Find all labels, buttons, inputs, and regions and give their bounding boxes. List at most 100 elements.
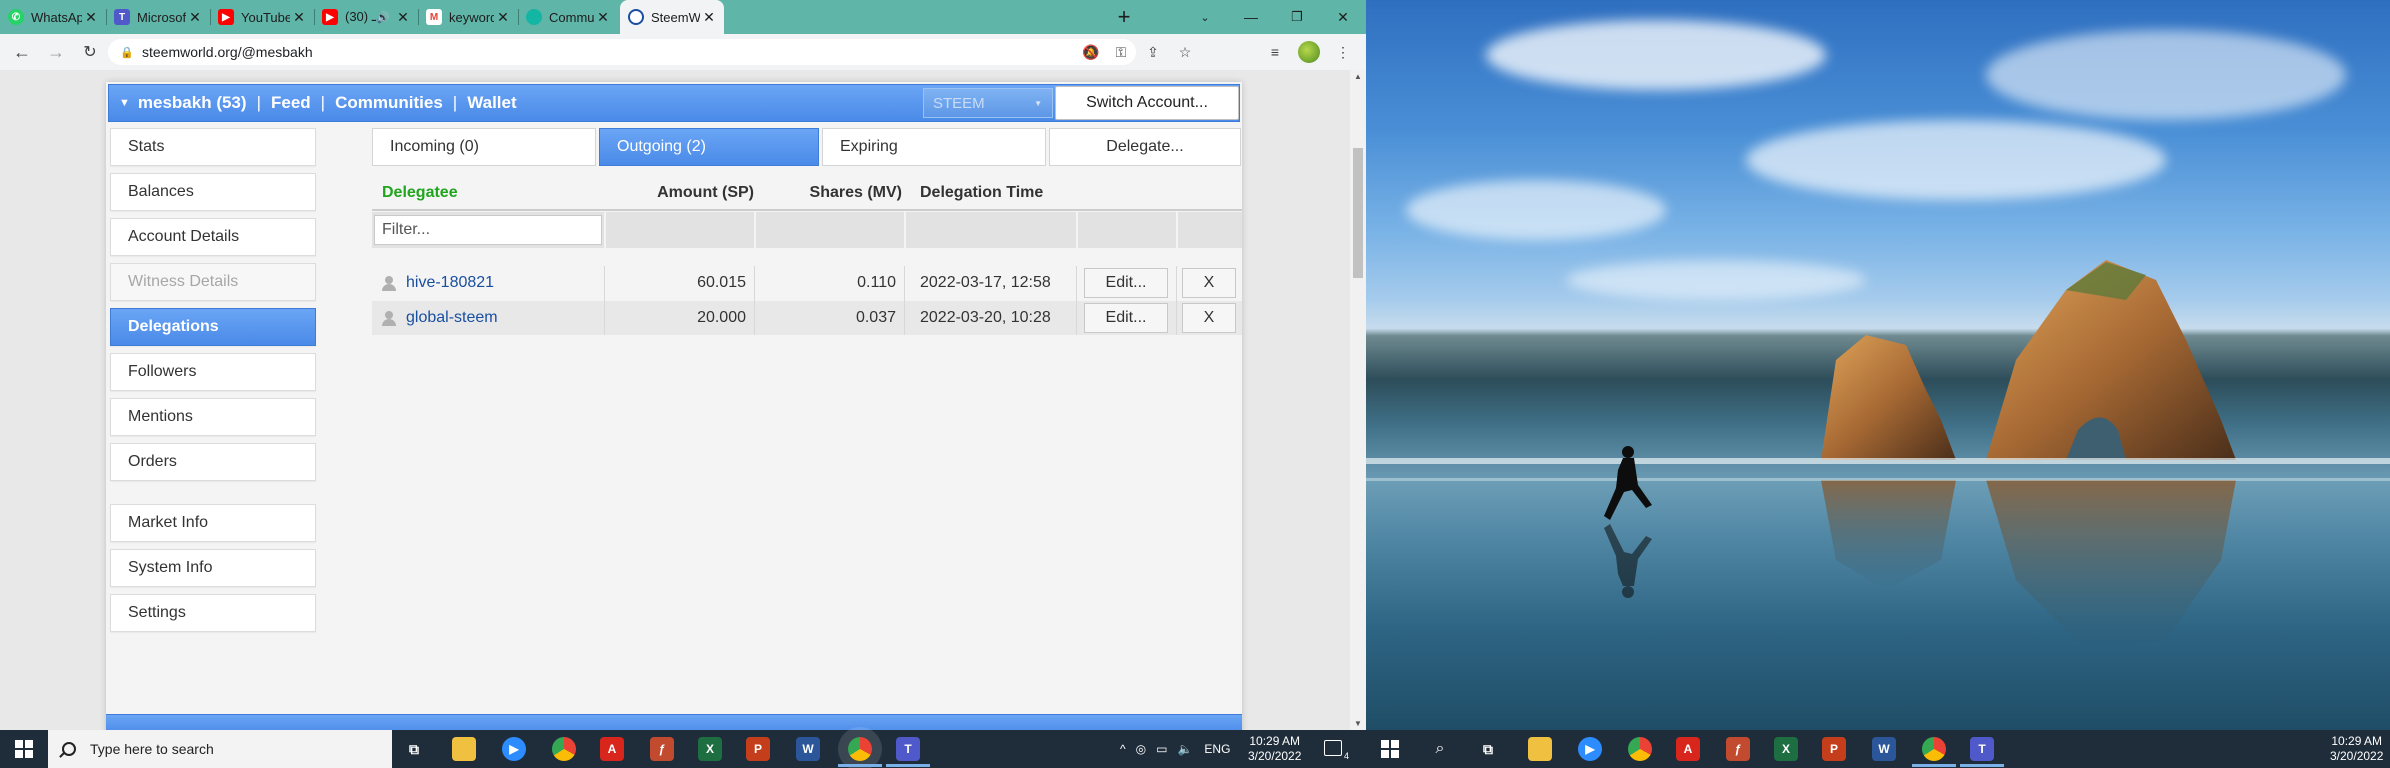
scroll-up-icon[interactable]: ▲ bbox=[1350, 72, 1366, 81]
zoom-icon[interactable]: ▶ bbox=[1578, 737, 1602, 761]
network-icon[interactable]: ▭ bbox=[1156, 742, 1167, 756]
excel-icon[interactable]: X bbox=[1774, 737, 1798, 761]
remove-delegation-button[interactable]: X bbox=[1182, 268, 1236, 298]
acrobat-icon[interactable]: A bbox=[600, 737, 624, 761]
tab-search-chevron-icon[interactable]: ⌄ bbox=[1182, 0, 1228, 34]
back-icon[interactable]: ← bbox=[10, 40, 34, 64]
teams-taskbar-icon[interactable]: T bbox=[1960, 737, 2004, 767]
column-header-amount[interactable]: Amount (SP) bbox=[612, 178, 754, 208]
account-name-link[interactable]: mesbakh (53) bbox=[138, 93, 247, 113]
meet-now-icon[interactable]: ◎ bbox=[1136, 742, 1146, 756]
close-tab-icon[interactable]: ✕ bbox=[186, 9, 204, 26]
feed-link[interactable]: Feed bbox=[271, 93, 311, 113]
delegate-button[interactable]: Delegate... bbox=[1049, 128, 1241, 166]
volume-icon[interactable]: 🔈 bbox=[1177, 742, 1192, 756]
sidebar-item-settings[interactable]: Settings bbox=[110, 594, 316, 632]
taskbar-search-box[interactable]: Type here to search bbox=[48, 730, 392, 768]
language-indicator[interactable]: ENG bbox=[1204, 742, 1230, 756]
chrome-running-icon[interactable] bbox=[838, 737, 882, 767]
task-view-icon[interactable]: ⧉ bbox=[402, 737, 426, 761]
tab-youtube-playing[interactable]: ▶ (30) راشد الـ 🔊 ✕ bbox=[314, 0, 418, 34]
switch-account-button[interactable]: Switch Account... bbox=[1055, 86, 1239, 120]
column-header-shares[interactable]: Shares (MV) bbox=[754, 178, 902, 208]
zoom-icon[interactable]: ▶ bbox=[502, 737, 526, 761]
speaker-icon[interactable]: 🔊 bbox=[376, 11, 390, 24]
chrome-running-icon[interactable] bbox=[1912, 737, 1956, 767]
chrome-icon[interactable] bbox=[1628, 737, 1652, 761]
windows-start-icon[interactable] bbox=[1381, 740, 1399, 758]
close-tab-icon[interactable]: ✕ bbox=[700, 9, 718, 26]
forward-icon[interactable]: → bbox=[44, 40, 68, 64]
tab-gmail[interactable]: M keyword steemit ✕ bbox=[418, 0, 518, 34]
restore-icon[interactable]: ❐ bbox=[1274, 0, 1320, 34]
sidebar-item-balances[interactable]: Balances bbox=[110, 173, 316, 211]
close-window-icon[interactable]: ✕ bbox=[1320, 0, 1366, 34]
tab-steemworld[interactable]: SteemWorld ~ @ ✕ bbox=[620, 0, 724, 34]
bookmark-star-icon[interactable]: ☆ bbox=[1176, 43, 1194, 61]
tab-whatsapp[interactable]: ✆ WhatsApp ✕ bbox=[0, 0, 106, 34]
reload-icon[interactable]: ↻ bbox=[78, 40, 102, 64]
address-bar[interactable]: 🔒 steemworld.org/@mesbakh bbox=[108, 39, 1136, 65]
column-header-delegatee[interactable]: Delegatee bbox=[382, 178, 458, 208]
profile-avatar[interactable] bbox=[1298, 41, 1320, 63]
close-tab-icon[interactable]: ✕ bbox=[594, 9, 612, 26]
word-icon[interactable]: W bbox=[796, 737, 820, 761]
teams-taskbar-icon[interactable]: T bbox=[886, 737, 930, 767]
remove-delegation-button[interactable]: X bbox=[1182, 303, 1236, 333]
sidebar-item-market-info[interactable]: Market Info bbox=[110, 504, 316, 542]
delegatee-link[interactable]: global-steem bbox=[406, 301, 498, 335]
reading-list-icon[interactable]: ≡ bbox=[1266, 43, 1284, 61]
sidebar-item-mentions[interactable]: Mentions bbox=[110, 398, 316, 436]
close-tab-icon[interactable]: ✕ bbox=[494, 9, 512, 26]
chrome-icon[interactable] bbox=[552, 737, 576, 761]
sidebar-item-account-details[interactable]: Account Details bbox=[110, 218, 316, 256]
app-icon[interactable]: ƒ bbox=[1726, 737, 1750, 761]
acrobat-icon[interactable]: A bbox=[1676, 737, 1700, 761]
menu-kebab-icon[interactable]: ⋮ bbox=[1334, 43, 1352, 61]
tray-chevron-icon[interactable]: ^ bbox=[1120, 742, 1126, 756]
sidebar-item-stats[interactable]: Stats bbox=[110, 128, 316, 166]
share-icon[interactable]: ⇪ bbox=[1144, 43, 1162, 61]
scroll-thumb[interactable] bbox=[1353, 148, 1363, 278]
page-scrollbar[interactable]: ▲ ▼ bbox=[1350, 70, 1366, 730]
close-tab-icon[interactable]: ✕ bbox=[394, 9, 412, 26]
word-icon[interactable]: W bbox=[1872, 737, 1896, 761]
file-explorer-icon[interactable] bbox=[1528, 737, 1552, 761]
minimize-icon[interactable]: — bbox=[1228, 0, 1274, 34]
close-tab-icon[interactable]: ✕ bbox=[290, 9, 308, 26]
taskbar-clock[interactable]: 10:29 AM 3/20/2022 bbox=[1248, 734, 1301, 764]
sidebar-item-followers[interactable]: Followers bbox=[110, 353, 316, 391]
taskbar-clock[interactable]: 10:29 AM 3/20/2022 bbox=[2330, 734, 2383, 764]
communities-link[interactable]: Communities bbox=[335, 93, 443, 113]
powerpoint-icon[interactable]: P bbox=[1822, 737, 1846, 761]
filter-input[interactable]: Filter... bbox=[374, 215, 602, 245]
sidebar-item-system-info[interactable]: System Info bbox=[110, 549, 316, 587]
file-explorer-icon[interactable] bbox=[452, 737, 476, 761]
collapse-caret-icon[interactable]: ▼ bbox=[119, 97, 130, 109]
new-tab-icon[interactable]: + bbox=[1110, 0, 1138, 34]
tab-outgoing[interactable]: Outgoing (2) bbox=[599, 128, 819, 166]
search-icon[interactable]: ⌕ bbox=[1428, 737, 1452, 761]
edit-delegation-button[interactable]: Edit... bbox=[1084, 268, 1168, 298]
key-icon[interactable]: ⚿ bbox=[1112, 43, 1130, 61]
tab-expiring[interactable]: Expiring bbox=[822, 128, 1046, 166]
tab-community-guide[interactable]: Community Guid ✕ bbox=[518, 0, 618, 34]
notification-center-icon[interactable]: 4 bbox=[1324, 740, 1349, 761]
tab-youtube[interactable]: ▶ YouTube ✕ bbox=[210, 0, 314, 34]
notifications-blocked-icon[interactable]: 🔕 bbox=[1082, 43, 1100, 61]
task-view-icon[interactable]: ⧉ bbox=[1476, 737, 1500, 761]
currency-select[interactable]: STEEM ▼ bbox=[923, 88, 1053, 118]
sidebar-item-delegations[interactable]: Delegations bbox=[110, 308, 316, 346]
tab-incoming[interactable]: Incoming (0) bbox=[372, 128, 596, 166]
app-icon[interactable]: ƒ bbox=[650, 737, 674, 761]
wallet-link[interactable]: Wallet bbox=[467, 93, 516, 113]
excel-icon[interactable]: X bbox=[698, 737, 722, 761]
close-tab-icon[interactable]: ✕ bbox=[82, 9, 100, 26]
edit-delegation-button[interactable]: Edit... bbox=[1084, 303, 1168, 333]
windows-start-icon[interactable] bbox=[15, 740, 33, 758]
powerpoint-icon[interactable]: P bbox=[746, 737, 770, 761]
column-header-delegation-time[interactable]: Delegation Time bbox=[920, 178, 1043, 208]
sidebar-item-orders[interactable]: Orders bbox=[110, 443, 316, 481]
scroll-down-icon[interactable]: ▼ bbox=[1350, 719, 1366, 728]
delegatee-link[interactable]: hive-180821 bbox=[406, 266, 494, 300]
